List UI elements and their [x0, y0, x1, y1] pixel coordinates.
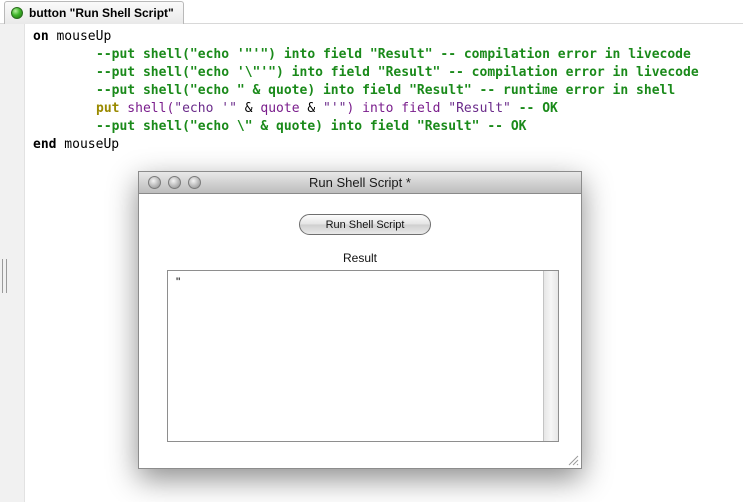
keyword-on: on [33, 29, 49, 44]
code-line-1: on mouseUp [33, 28, 699, 46]
comment-line: --put shell("echo '"'") into field "Resu… [96, 47, 691, 62]
tab-button-run-shell-script[interactable]: button "Run Shell Script" [4, 1, 184, 24]
operator: & [299, 101, 324, 116]
keyword-put: put [96, 101, 120, 116]
comment-line: --put shell("echo \" & quote) into field… [96, 119, 527, 134]
window-title: Run Shell Script * [309, 175, 411, 190]
result-field[interactable]: " [167, 270, 559, 442]
resize-grip-icon[interactable] [567, 454, 579, 466]
window-titlebar[interactable]: Run Shell Script * [139, 172, 581, 194]
tab-label: button "Run Shell Script" [29, 6, 174, 20]
comment-line: --put shell("echo '\"'") into field "Res… [96, 65, 699, 80]
comment-line: --put shell("echo " & quote) into field … [96, 83, 676, 98]
status-dot-icon [11, 7, 23, 19]
keyword-field: field [401, 101, 441, 116]
stack-window: Run Shell Script * Run Shell Script Resu… [138, 171, 582, 469]
run-shell-script-button[interactable]: Run Shell Script [299, 214, 431, 235]
code-line-4: --put shell("echo " & quote) into field … [33, 82, 699, 100]
result-text: " [176, 275, 181, 289]
code-line-6: --put shell("echo \" & quote) into field… [33, 118, 699, 136]
string-result: "Result" [448, 101, 511, 116]
code-line-5: put shell("echo '" & quote & "'") into f… [33, 100, 699, 118]
tab-bar: button "Run Shell Script" [0, 0, 743, 24]
handler-name: mouseUp [56, 137, 120, 152]
editor-gutter [0, 0, 25, 502]
keyword-end: end [33, 137, 57, 152]
string-literal: "'" [323, 101, 347, 116]
handler-name: mouseUp [48, 29, 112, 44]
result-label: Result [342, 251, 377, 265]
operator: & [236, 101, 261, 116]
function-shell: shell( [119, 101, 175, 116]
keyword-into: ) into [346, 101, 402, 116]
code-line-3: --put shell("echo '\"'") into field "Res… [33, 64, 699, 82]
constant-quote: quote [260, 101, 300, 116]
code-line-7: end mouseUp [33, 136, 699, 154]
gutter-resize-handle[interactable] [2, 259, 7, 293]
script-editor[interactable]: on mouseUp --put shell("echo '"'") into … [33, 28, 699, 154]
inline-comment: -- OK [510, 101, 558, 116]
string-literal: "echo '" [174, 101, 237, 116]
code-line-2: --put shell("echo '"'") into field "Resu… [33, 46, 699, 64]
result-scrollbar[interactable] [543, 271, 558, 441]
